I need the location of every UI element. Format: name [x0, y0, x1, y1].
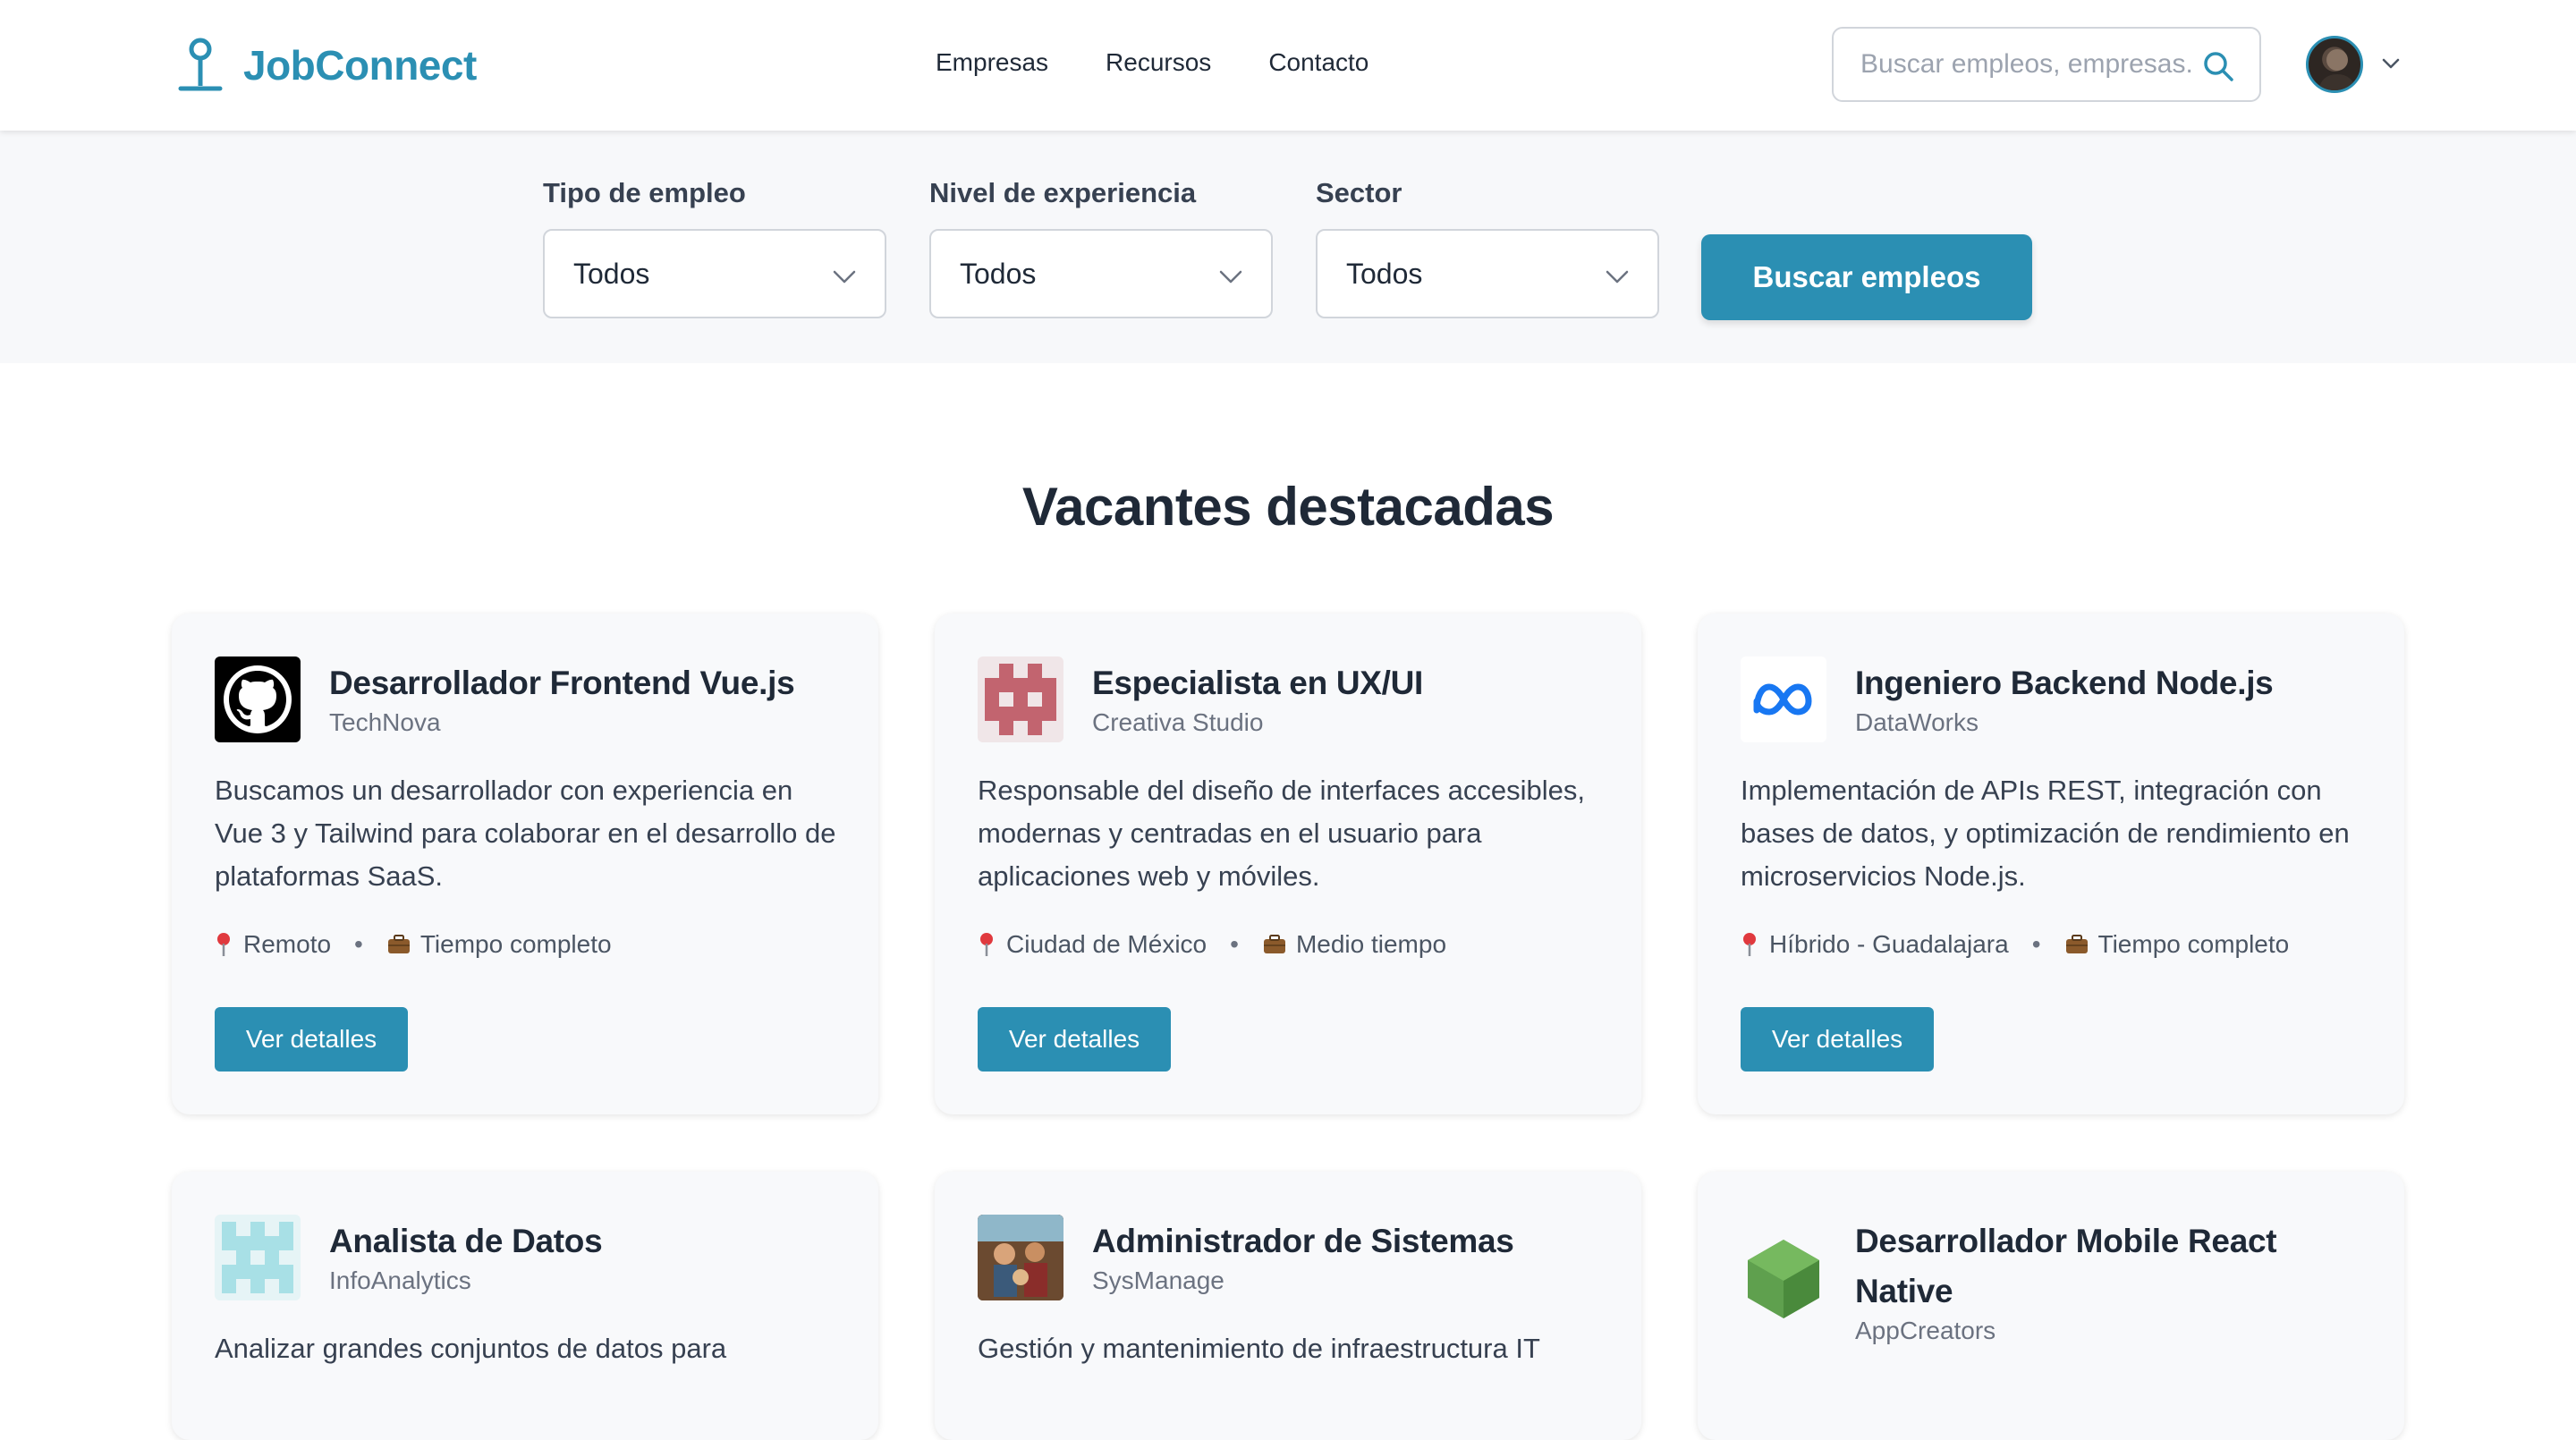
nodejs-hexagon-logo-icon: [1741, 1236, 1826, 1322]
brand-name: JobConnect: [243, 42, 477, 89]
job-title[interactable]: Desarrollador Frontend Vue.js: [329, 658, 830, 708]
featured-jobs-title: Vacantes destacadas: [1021, 477, 1555, 537]
job-title[interactable]: Ingeniero Backend Node.js: [1855, 658, 2356, 708]
meta-separator: •: [1230, 930, 1239, 958]
job-title[interactable]: Analista de Datos: [329, 1216, 830, 1266]
pixel-pattern-logo-icon: [978, 656, 1063, 742]
view-details-button[interactable]: Ver detalles: [978, 1007, 1171, 1072]
job-description: Responsable del diseño de interfaces acc…: [978, 775, 1585, 892]
sector-select[interactable]: Todos: [1316, 229, 1659, 318]
job-location: Ciudad de México: [1006, 930, 1208, 958]
job-type-select[interactable]: Todos: [543, 229, 886, 318]
sector-filter: Sector Todos: [1316, 177, 1659, 318]
job-type: Medio tiempo: [1295, 930, 1447, 958]
job-title[interactable]: Especialista en UX/UI: [1092, 658, 1593, 708]
sector-value: Todos: [1346, 258, 1423, 290]
meta-separator: •: [2031, 930, 2041, 958]
search-icon[interactable]: [2202, 50, 2234, 82]
job-location: Remoto: [243, 930, 332, 958]
search-input[interactable]: [1860, 29, 2191, 100]
company-name: TechNova: [329, 708, 441, 736]
company-name: AppCreators: [1855, 1317, 1996, 1344]
view-details-button[interactable]: Ver detalles: [1741, 1007, 1934, 1072]
briefcase-icon: [1263, 935, 1285, 953]
company-name: InfoAnalytics: [329, 1266, 471, 1294]
job-location: Híbrido - Guadalajara: [1769, 930, 2009, 958]
top-header: JobConnect Empresas Recursos Contacto: [0, 0, 2576, 131]
job-description: Buscamos un desarrollador con experienci…: [215, 775, 836, 892]
job-type: Tiempo completo: [2097, 930, 2290, 958]
job-card: Desarrollador Frontend Vue.js TechNova B…: [172, 614, 878, 1114]
company-name: DataWorks: [1855, 708, 1979, 736]
job-description: Implementación de APIs REST, integración…: [1741, 775, 2350, 892]
view-details-button[interactable]: Ver detalles: [215, 1007, 408, 1072]
github-logo-icon: [215, 656, 301, 742]
job-card: Administrador de Sistemas SysManage Gest…: [935, 1172, 1641, 1440]
job-card: Especialista en UX/UI Creativa Studio Re…: [935, 614, 1641, 1114]
filters-bar: Tipo de empleo Todos Nivel de experienci…: [0, 131, 2576, 363]
job-description: Analizar grandes conjuntos de datos para: [215, 1333, 727, 1364]
experience-value: Todos: [960, 258, 1037, 290]
sector-label: Sector: [1316, 177, 1402, 208]
header-search: [1832, 27, 2261, 102]
briefcase-icon: [2065, 935, 2088, 953]
job-type-filter: Tipo de empleo Todos: [543, 177, 886, 318]
meta-separator: •: [354, 930, 363, 958]
job-meta: Ciudad de México • Medio tiempo: [978, 930, 1446, 959]
job-type-label: Tipo de empleo: [543, 177, 746, 208]
company-name: Creativa Studio: [1092, 708, 1264, 736]
location-pin-icon: [1743, 933, 1756, 956]
chevron-down-icon[interactable]: [2379, 52, 2402, 75]
chevron-down-icon: [1606, 270, 1629, 284]
experience-select[interactable]: Todos: [929, 229, 1273, 318]
illustration-logo-icon: [978, 1215, 1063, 1300]
nav-contacto[interactable]: Contacto: [1268, 48, 1368, 77]
location-pin-icon: [980, 933, 993, 956]
job-card: Desarrollador Mobile React Native AppCre…: [1698, 1172, 2404, 1440]
pixel-pattern-logo-icon: [215, 1215, 301, 1300]
meta-logo-icon: [1741, 656, 1826, 742]
company-name: SysManage: [1092, 1266, 1224, 1294]
job-title[interactable]: Administrador de Sistemas: [1092, 1216, 1593, 1266]
job-type: Tiempo completo: [419, 930, 612, 958]
chevron-down-icon: [833, 270, 856, 284]
job-description: Gestión y mantenimiento de infraestructu…: [978, 1333, 1540, 1364]
briefcase-icon: [387, 935, 410, 953]
location-pin-icon: [217, 933, 230, 956]
job-meta: Híbrido - Guadalajara • Tiempo completo: [1741, 930, 2289, 959]
chevron-down-icon: [1219, 270, 1242, 284]
nav-empresas[interactable]: Empresas: [936, 48, 1048, 77]
experience-label: Nivel de experiencia: [929, 177, 1197, 208]
search-jobs-button[interactable]: Buscar empleos: [1701, 234, 2032, 320]
nav-recursos[interactable]: Recursos: [1106, 48, 1211, 77]
location-pin-logo-icon: [178, 38, 223, 91]
user-avatar[interactable]: [2306, 36, 2363, 93]
job-title[interactable]: Desarrollador Mobile React Native: [1855, 1216, 2356, 1317]
job-card: Analista de Datos InfoAnalytics Analizar…: [172, 1172, 878, 1440]
experience-filter: Nivel de experiencia Todos: [929, 177, 1273, 318]
job-meta: Remoto • Tiempo completo: [215, 930, 612, 959]
job-type-value: Todos: [573, 258, 650, 290]
main-nav: Empresas Recursos Contacto: [936, 48, 1368, 77]
brand-logo[interactable]: JobConnect: [177, 38, 477, 93]
job-card: Ingeniero Backend Node.js DataWorks Impl…: [1698, 614, 2404, 1114]
avatar-photo-icon: [2318, 49, 2357, 90]
